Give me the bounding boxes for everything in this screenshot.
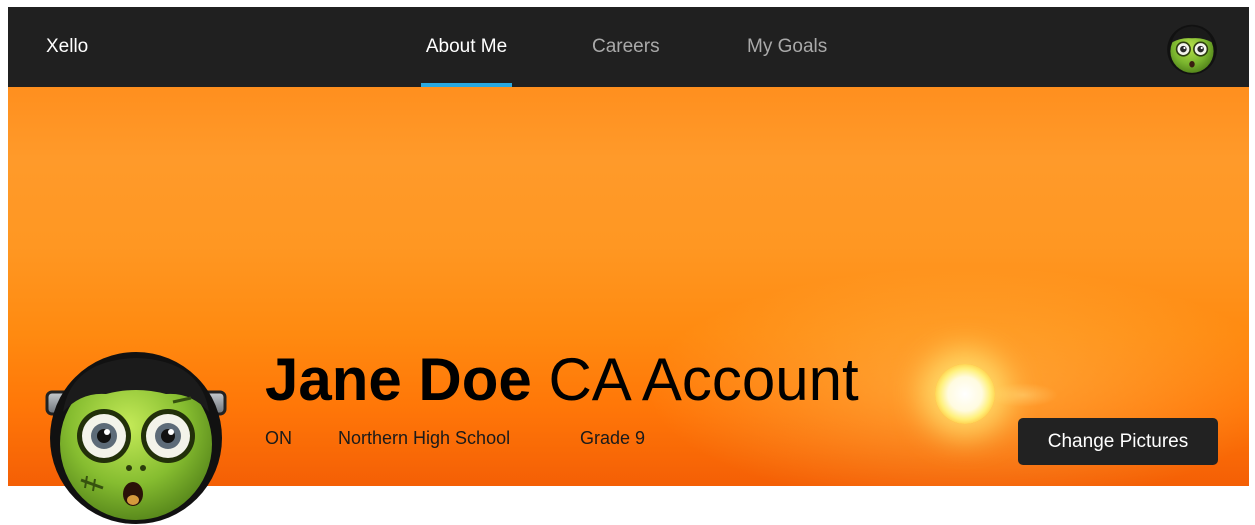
user-avatar-menu-icon[interactable]: [1165, 21, 1219, 75]
nav-tab-about-me[interactable]: About Me: [421, 7, 512, 87]
page: Xello About Me Careers My Goals Jane Doe…: [0, 0, 1255, 525]
profile-grade: Grade 9: [580, 428, 646, 448]
nav-tab-my-goals[interactable]: My Goals: [747, 7, 827, 87]
profile-province: ON: [265, 428, 292, 448]
profile-school: Northern High School: [338, 428, 511, 448]
nav-tab-careers[interactable]: Careers: [592, 7, 660, 87]
profile-name-heading: Jane Doe CA Account: [265, 344, 859, 416]
profile-avatar-icon[interactable]: [41, 352, 231, 524]
top-navigation-bar: Xello About Me Careers My Goals: [8, 7, 1249, 87]
brand-logo-link[interactable]: Xello: [46, 7, 88, 87]
profile-first-name: Jane Doe: [265, 346, 532, 413]
change-pictures-button[interactable]: Change Pictures: [1018, 418, 1218, 465]
banner-sun: [935, 364, 995, 424]
profile-account-label: CA Account: [531, 346, 859, 413]
banner-haze: [988, 383, 1058, 407]
